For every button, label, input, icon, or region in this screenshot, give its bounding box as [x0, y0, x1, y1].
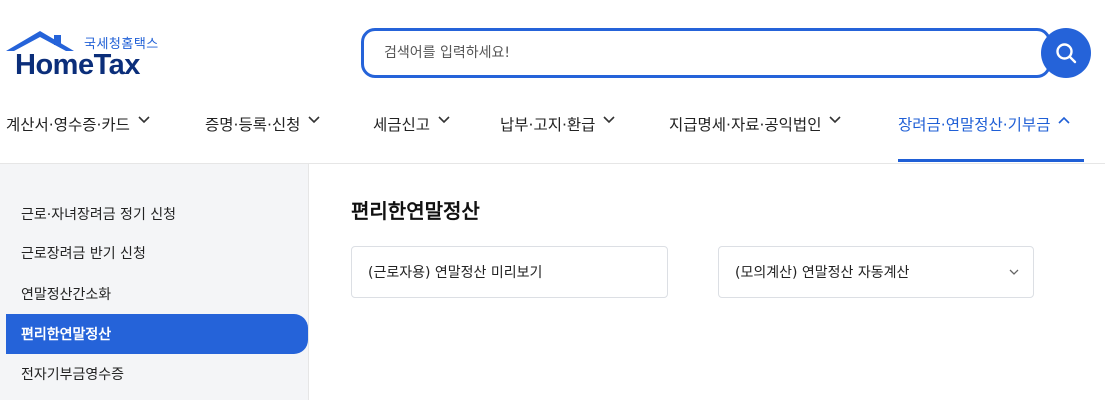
yearend-preview-card[interactable]: (근로자용) 연말정산 미리보기: [351, 246, 668, 298]
sidebar-item-yearend-simplified[interactable]: 연말정산간소화: [6, 274, 308, 314]
nav-item-incentive-yearend-donation[interactable]: 장려금·연말정산·기부금: [898, 98, 1071, 164]
nav-item-label: 장려금·연말정산·기부금: [898, 116, 1051, 134]
chevron-down-icon: [138, 116, 150, 124]
chevron-up-icon: [1058, 116, 1071, 124]
chevron-down-icon: [603, 116, 615, 124]
page-title: 편리한연말정산: [351, 199, 480, 223]
nav-active-underline: [898, 159, 1084, 162]
hometax-logo[interactable]: 국세청홈택스 HomeTax: [6, 29, 166, 81]
nav-item-payment-statement[interactable]: 지급명세·자료·공익법인: [669, 98, 842, 164]
nav-item-invoice-receipt-card[interactable]: 계산서·영수증·카드: [6, 98, 150, 164]
search-box: [361, 28, 1051, 78]
sidebar-item-half-year-incentive[interactable]: 근로장려금 반기 신청: [6, 233, 308, 273]
sidebar-item-electronic-donation-receipt[interactable]: 전자기부금영수증: [6, 354, 308, 394]
logo-english-text: HomeTax: [15, 49, 140, 81]
chevron-down-icon: [308, 116, 320, 124]
sidebar-item-label: 전자기부금영수증: [21, 367, 125, 383]
card-label: (모의계산) 연말정산 자동계산: [735, 265, 910, 281]
sidebar-item-label: 근로장려금 반기 신청: [21, 246, 146, 262]
sidebar-item-work-child-incentive[interactable]: 근로·자녀장려금 정기 신청: [6, 194, 308, 234]
chevron-down-icon: [829, 116, 842, 124]
card-label: (근로자용) 연말정산 미리보기: [368, 265, 543, 281]
sidebar-item-convenient-yearend[interactable]: 편리한연말정산: [6, 314, 308, 354]
sidebar-item-label: 근로·자녀장려금 정기 신청: [21, 207, 177, 223]
chevron-down-icon: [438, 116, 450, 124]
nav-item-label: 세금신고: [373, 116, 431, 134]
search-button[interactable]: [1041, 28, 1091, 78]
main-nav: 계산서·영수증·카드 증명·등록·신청 세금신고 납부·고지·환급 지급명세·자…: [0, 98, 1105, 164]
nav-item-label: 증명·등록·신청: [205, 116, 301, 134]
nav-item-payment-refund[interactable]: 납부·고지·환급: [500, 98, 615, 164]
search-input[interactable]: [384, 31, 1024, 75]
nav-item-label: 계산서·영수증·카드: [6, 116, 130, 134]
nav-item-tax-filing[interactable]: 세금신고: [373, 98, 450, 164]
search-icon: [1056, 43, 1077, 64]
nav-item-label: 납부·고지·환급: [500, 116, 596, 134]
sidebar: 근로·자녀장려금 정기 신청 근로장려금 반기 신청 연말정산간소화 편리한연말…: [0, 164, 309, 400]
chevron-down-icon: [1009, 269, 1019, 275]
nav-item-certificate-registration[interactable]: 증명·등록·신청: [205, 98, 320, 164]
sidebar-item-label: 연말정산간소화: [21, 287, 112, 303]
sidebar-item-label: 편리한연말정산: [21, 327, 112, 343]
yearend-auto-calc-dropdown[interactable]: (모의계산) 연말정산 자동계산: [718, 246, 1034, 298]
nav-item-label: 지급명세·자료·공익법인: [669, 116, 822, 134]
